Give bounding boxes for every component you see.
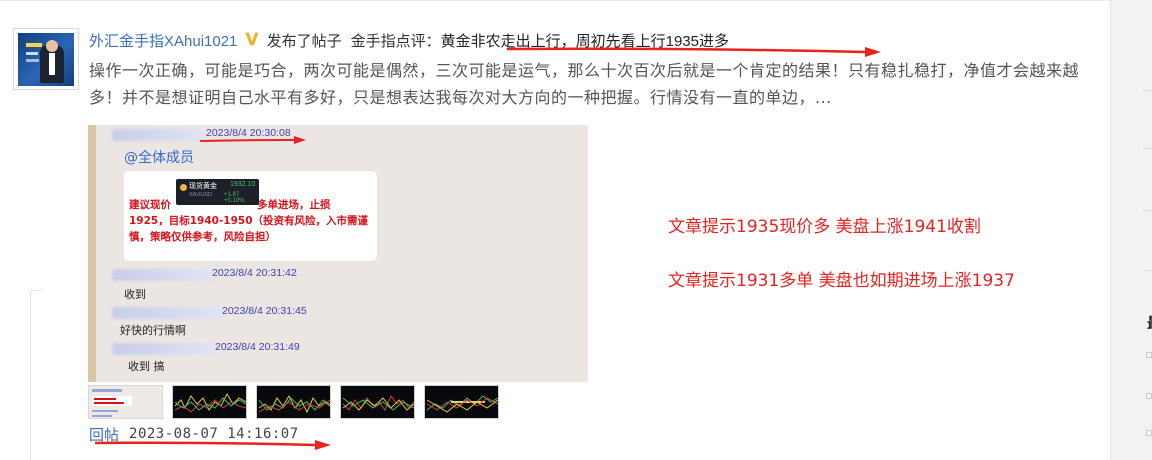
thumbnail-candlestick-chart[interactable] xyxy=(256,385,331,419)
post-action-text: 发布了帖子 xyxy=(266,32,342,50)
avatar-person xyxy=(40,40,64,83)
red-arrow-icon xyxy=(199,136,306,144)
chat-timestamp: 2023/8/4 20:31:45 xyxy=(222,305,307,317)
blurred-sender-name xyxy=(112,129,204,141)
gold-coin-icon xyxy=(180,184,187,191)
ticker-change: +1.87 +0.10% xyxy=(224,192,245,204)
candlestick-chart-icon xyxy=(342,395,414,411)
verified-badge-icon: V xyxy=(245,30,259,50)
sidebar-bullet-icon xyxy=(1146,393,1152,399)
chat-mention: @全体成员 xyxy=(124,150,194,166)
chat-message: 好快的行情啊 xyxy=(120,324,186,337)
ticker-code: XAUUSD xyxy=(189,192,212,198)
sidebar-divider xyxy=(1143,148,1152,149)
thumbnail-preview xyxy=(92,389,132,417)
blurred-sender-name xyxy=(112,307,222,319)
blurred-sender-name xyxy=(112,269,212,281)
red-underline-arrow-icon xyxy=(506,47,881,57)
chat-message: 收到 搞 xyxy=(128,360,165,373)
thumbnail-chat-screenshot[interactable] xyxy=(88,385,163,419)
thumbnail-candlestick-chart[interactable] xyxy=(172,385,247,419)
sidebar-divider xyxy=(1143,210,1152,211)
candlestick-chart-icon xyxy=(258,394,330,414)
username-link[interactable]: 外汇金手指XAhui1021 xyxy=(89,30,237,51)
sidebar-divider xyxy=(1143,90,1152,91)
chat-timestamp: 2023/8/4 20:31:42 xyxy=(212,267,297,279)
chat-bubble: 建议现价 多单进场，止损 1925，目标1940-1950（投资有风险，入市需谨慎，… xyxy=(124,171,377,261)
gold-ticker-card: 现货黄金 XAUUSD 1932.10 +1.87 +0.10% xyxy=(176,179,259,205)
bubble-rest: 1925，目标1940-1950（投资有风险，入市需谨慎，策略仅供参考，风险自担… xyxy=(129,215,369,243)
sidebar-card xyxy=(30,290,42,460)
avatar-face xyxy=(46,40,58,52)
post-excerpt: 操作一次正确，可能是巧合，两次可能是偶然，三次可能是运气，那么十次百次后就是一个… xyxy=(89,61,1080,107)
blurred-sender-name xyxy=(112,343,214,355)
user-avatar[interactable] xyxy=(13,28,79,90)
image-thumbnails xyxy=(88,385,508,419)
chat-timestamp: 2023/8/4 20:31:49 xyxy=(215,341,300,353)
thumbnail-candlestick-chart[interactable] xyxy=(340,385,415,419)
ticker-price: 1932.10 xyxy=(230,181,256,188)
avatar-decoration xyxy=(26,52,38,55)
post-title-prefix: 金手指点评： xyxy=(350,32,441,50)
right-sidebar xyxy=(1110,0,1152,460)
avatar-decoration xyxy=(26,59,39,62)
annotation-note: 文章提示1931多单 美盘也如期进场上涨1937 xyxy=(668,271,1015,291)
sidebar-bullet-icon xyxy=(1146,430,1152,436)
bubble-suffix: 多单进场，止损 xyxy=(257,199,331,211)
screenshot-edge xyxy=(88,125,96,382)
red-underline-arrow-icon xyxy=(94,440,331,450)
ticker-name: 现货黄金 xyxy=(189,183,217,190)
chat-screenshot-image[interactable]: 2023/8/4 20:30:08 @全体成员 建议现价 多单进场，止损 1925，… xyxy=(88,125,588,382)
post-card: 外汇金手指XAhui1021 V 发布了帖子 金手指点评：黄金非农走出上行，周初… xyxy=(0,0,1110,460)
sidebar-divider xyxy=(1143,270,1152,271)
annotation-note: 文章提示1935现价多 美盘上涨1941收割 xyxy=(668,217,981,237)
bubble-prefix: 建议现价 xyxy=(129,199,171,211)
avatar-decoration xyxy=(26,43,42,47)
candlestick-chart-icon xyxy=(174,392,246,413)
avatar-shirt xyxy=(49,53,55,75)
avatar-photo xyxy=(18,33,74,86)
sidebar-heading: 最 xyxy=(1147,312,1152,333)
candlestick-chart-icon xyxy=(426,395,498,413)
thumbnail-candlestick-chart[interactable] xyxy=(424,385,499,419)
sidebar-bullet-icon xyxy=(1146,352,1152,358)
chat-message: 收到 xyxy=(124,288,146,301)
